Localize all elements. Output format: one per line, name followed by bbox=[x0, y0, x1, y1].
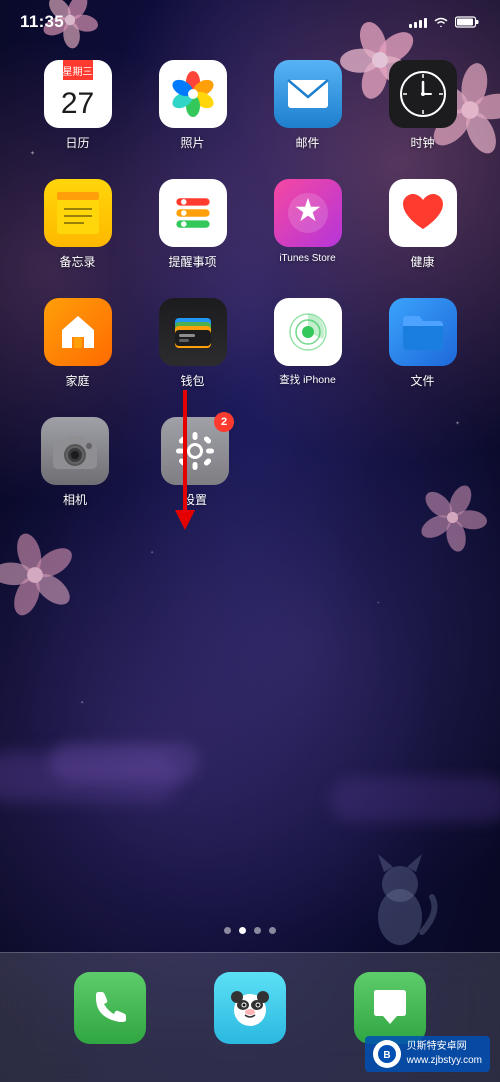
app-item-photos[interactable]: 照片 bbox=[148, 60, 238, 151]
svg-text:★: ★ bbox=[293, 192, 322, 228]
clock-icon bbox=[389, 60, 457, 128]
settings-label: 设置 bbox=[183, 491, 207, 508]
settings-badge: 2 bbox=[214, 412, 234, 432]
app-item-files[interactable]: 文件 bbox=[378, 298, 468, 389]
find-label: 查找 iPhone bbox=[279, 372, 336, 387]
status-icons bbox=[409, 16, 480, 28]
reminders-icon bbox=[159, 179, 227, 247]
health-label: 健康 bbox=[410, 253, 434, 270]
app-item-calendar[interactable]: 星期三 27 日历 bbox=[33, 60, 123, 151]
app-item-settings[interactable]: 2 设置 bbox=[150, 417, 240, 508]
signal-icon bbox=[409, 16, 427, 28]
app-row-2: 备忘录 提醒事项 bbox=[20, 179, 480, 270]
app-item-find[interactable]: 查找 iPhone bbox=[263, 298, 353, 389]
app-row-3: 家庭 钱包 bbox=[20, 298, 480, 389]
status-bar: 11:35 bbox=[0, 0, 500, 44]
home-label: 家庭 bbox=[65, 372, 89, 389]
home-icon bbox=[44, 298, 112, 366]
page-dot-3[interactable] bbox=[269, 927, 276, 934]
wifi-icon bbox=[433, 16, 449, 28]
files-label: 文件 bbox=[410, 372, 434, 389]
svg-text:B: B bbox=[383, 1050, 390, 1061]
app-row-4: 相机 2 设 bbox=[20, 417, 480, 508]
calendar-date: 27 bbox=[61, 80, 94, 128]
calendar-label: 日历 bbox=[65, 134, 89, 151]
time-display: 11:35 bbox=[20, 12, 64, 32]
app-item-health[interactable]: 健康 bbox=[378, 179, 468, 270]
app-item-notes[interactable]: 备忘录 bbox=[33, 179, 123, 270]
find-icon bbox=[274, 298, 342, 366]
battery-icon bbox=[455, 16, 480, 28]
files-icon bbox=[389, 298, 457, 366]
app-item-itunes[interactable]: ★ iTunes Store bbox=[263, 179, 353, 270]
page-dots bbox=[0, 927, 500, 934]
watermark: B 贝斯特安卓网 www.zjbstyy.com bbox=[365, 1036, 490, 1072]
wallet-label: 钱包 bbox=[180, 372, 204, 389]
photos-icon bbox=[159, 60, 227, 128]
notes-label: 备忘录 bbox=[59, 253, 95, 270]
app-item-home[interactable]: 家庭 bbox=[33, 298, 123, 389]
dock-item-messages[interactable] bbox=[354, 972, 426, 1044]
watermark-logo: B bbox=[373, 1040, 401, 1068]
page-dot-2[interactable] bbox=[254, 927, 261, 934]
app-grid: 星期三 27 日历 bbox=[0, 60, 500, 536]
mail-icon bbox=[274, 60, 342, 128]
calendar-icon: 星期三 27 bbox=[44, 60, 112, 128]
notes-icon bbox=[44, 179, 112, 247]
reminders-label: 提醒事项 bbox=[168, 253, 216, 270]
app-item-camera[interactable]: 相机 bbox=[30, 417, 120, 508]
page-dot-1[interactable] bbox=[239, 927, 246, 934]
mail-label: 邮件 bbox=[295, 134, 319, 151]
messages-icon bbox=[354, 972, 426, 1044]
app-row-1: 星期三 27 日历 bbox=[20, 60, 480, 151]
camera-label: 相机 bbox=[63, 491, 87, 508]
itunes-label: iTunes Store bbox=[279, 253, 335, 264]
app-item-clock[interactable]: 时钟 bbox=[378, 60, 468, 151]
app-item-reminders[interactable]: 提醒事项 bbox=[148, 179, 238, 270]
panda-icon bbox=[214, 972, 286, 1044]
dock-item-panda[interactable] bbox=[214, 972, 286, 1044]
itunes-icon: ★ bbox=[274, 179, 342, 247]
health-icon bbox=[389, 179, 457, 247]
clock-label: 时钟 bbox=[410, 134, 434, 151]
calendar-day-label: 星期三 bbox=[63, 60, 93, 80]
phone-icon bbox=[74, 972, 146, 1044]
wallet-icon bbox=[159, 298, 227, 366]
settings-icon: 2 bbox=[161, 417, 229, 485]
dock-item-phone[interactable] bbox=[74, 972, 146, 1044]
page-dot-0[interactable] bbox=[224, 927, 231, 934]
watermark-text: 贝斯特安卓网 www.zjbstyy.com bbox=[407, 1040, 482, 1068]
photos-label: 照片 bbox=[180, 134, 204, 151]
camera-icon bbox=[41, 417, 109, 485]
app-item-mail[interactable]: 邮件 bbox=[263, 60, 353, 151]
app-item-wallet[interactable]: 钱包 bbox=[148, 298, 238, 389]
